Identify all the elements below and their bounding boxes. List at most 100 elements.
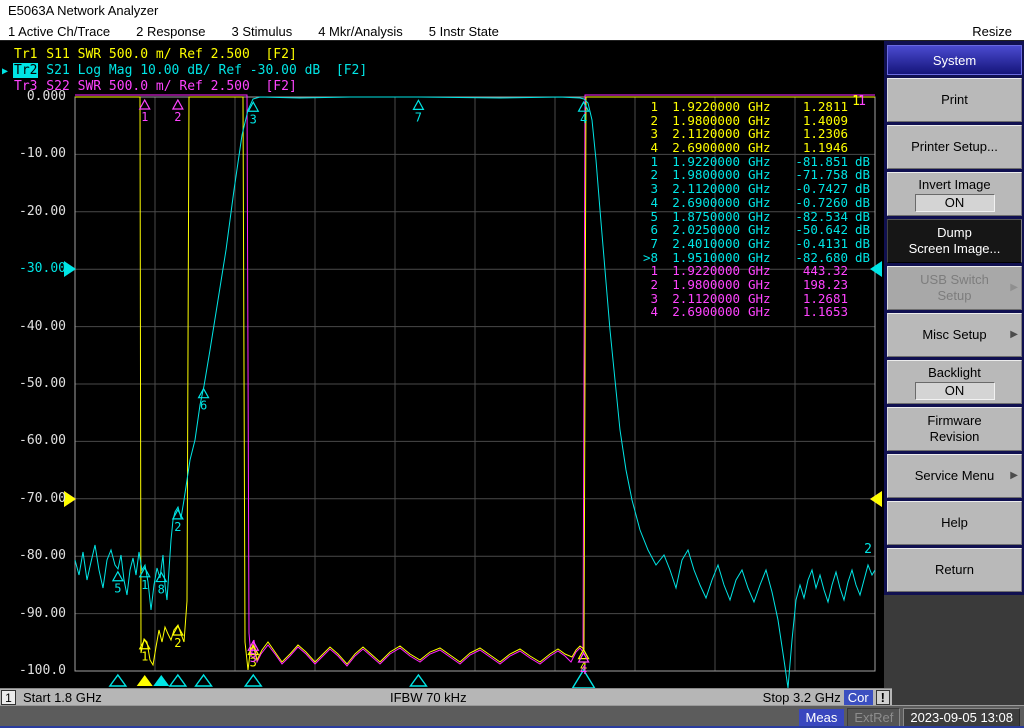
marker-table-row: 6 2.0250000 GHz -50.642 dB — [636, 223, 879, 237]
submenu-arrow-icon: ▶ — [1010, 470, 1018, 481]
softkey-label: Service Menu — [914, 468, 995, 483]
menu-bar: 1 Active Ch/Trace 2 Response 3 Stimulus 4 M… — [0, 22, 1024, 41]
marker-number-tr2: 2 — [174, 520, 181, 534]
marker-cell: GHz — [748, 235, 771, 251]
marker-cell — [848, 292, 879, 306]
marker-cell: 5 — [650, 208, 658, 224]
marker-cell: >8 — [642, 249, 658, 265]
menu-item[interactable]: 1 Active Ch/Trace — [8, 24, 110, 39]
submenu-arrow-icon: ▶ — [1010, 329, 1018, 340]
sidebar-filler — [884, 595, 1024, 705]
marker-number-tr3: 3 — [250, 651, 257, 665]
softkey-service-menu[interactable]: Service Menu ▶ — [887, 454, 1022, 498]
marker-cell: dB — [855, 181, 871, 197]
title-bar: E5063A Network Analyzer — [0, 0, 1024, 22]
resize-button[interactable]: Resize — [972, 24, 1012, 39]
menu-items: 1 Active Ch/Trace 2 Response 3 Stimulus 4 M… — [8, 24, 499, 39]
marker-cell: 3 — [650, 181, 658, 197]
axis-marker-outline — [194, 673, 213, 687]
trace-info-tr2[interactable]: ▶ Tr2 S21 Log Mag 10.00 dB/ Ref -30.00 dB… — [2, 63, 367, 79]
marker-cell — [848, 114, 879, 128]
softkey-return[interactable]: Return — [887, 548, 1022, 592]
softkey-usb-switch-setup: USB Switch Setup ▶ — [887, 266, 1022, 310]
marker-number-tr2: 1 — [141, 578, 148, 592]
y-axis-label: -50.00 — [19, 376, 66, 391]
marker-cell: 1.9510000 — [672, 249, 740, 265]
marker-cell — [848, 127, 879, 141]
trace-id: Tr1 — [14, 47, 38, 62]
marker-number-tr3: 1 — [141, 110, 148, 124]
menu-item[interactable]: 2 Response — [136, 24, 205, 39]
softkey-invert-image[interactable]: Invert Image ON — [887, 172, 1022, 216]
marker-cell: -0.4131 — [795, 235, 848, 251]
marker-cell: 1 — [650, 153, 658, 169]
extref-status-badge: ExtRef — [847, 707, 901, 726]
menu-item[interactable]: 4 Mkr/Analysis — [318, 24, 403, 39]
marker-table-row: 7 2.4010000 GHz -0.4131 dB — [636, 237, 879, 251]
trace-id: Tr2 — [13, 63, 39, 78]
marker-glyph-tr3 — [171, 98, 184, 110]
marker-cell: dB — [855, 208, 871, 224]
status-bar: Meas ExtRef 2023-09-05 13:08 — [0, 705, 1024, 726]
channel-indicator: 1 — [1, 689, 16, 705]
marker-cell: 1.2306 — [802, 126, 848, 142]
marker-cell: 2 — [650, 276, 658, 292]
stimulus-bar: 1 Start 1.8 GHz IFBW 70 kHz Stop 3.2 GHz… — [0, 688, 892, 705]
softkey-backlight[interactable]: Backlight ON — [887, 360, 1022, 404]
trace-format: S22 SWR 500.0 m/ Ref 2.500 [F2] — [38, 79, 297, 94]
y-axis-label: -70.00 — [19, 490, 66, 506]
marker-cell: GHz — [748, 112, 771, 128]
softkey-help[interactable]: Help — [887, 501, 1022, 545]
marker-cell: 1.9220000 — [672, 153, 740, 169]
marker-table-row: 2 1.9800000 GHz 198.23 — [636, 278, 879, 292]
marker-cell: GHz — [748, 290, 771, 306]
marker-cell: 2 — [650, 167, 658, 183]
marker-cell — [848, 305, 879, 319]
trace-arrow-slot — [2, 80, 13, 95]
marker-table-row: 4 2.6900000 GHz 1.1653 — [636, 305, 879, 319]
marker-glyph-tr2 — [111, 570, 124, 582]
marker-number-tr2: 3 — [250, 112, 257, 126]
marker-cell: 1.2681 — [802, 290, 848, 306]
marker-cell: GHz — [748, 126, 771, 142]
trace-info-tr3[interactable]: Tr3 S22 SWR 500.0 m/ Ref 2.500 [F2] — [2, 79, 367, 95]
marker-cell: GHz — [748, 140, 771, 156]
marker-number-tr3: 4 — [580, 663, 587, 677]
softkey-misc-setup[interactable]: Misc Setup ▶ — [887, 313, 1022, 357]
softkey-printer-setup[interactable]: Printer Setup... — [887, 125, 1022, 169]
marker-cell: 1.9800000 — [672, 276, 740, 292]
marker-table-row: 1 1.9220000 GHz -81.851 dB — [636, 155, 879, 169]
softkey-label: Invert Image — [918, 176, 991, 192]
marker-cell: 2.4010000 — [672, 235, 740, 251]
marker-cell: 1.9800000 — [672, 167, 740, 183]
marker-cell: 1.2811 — [802, 99, 848, 114]
softkey-dump-screen-image[interactable]: Dump Screen Image... — [887, 219, 1022, 263]
marker-table-row: 2 1.9800000 GHz -71.758 dB — [636, 168, 879, 182]
instrument-screen: 1234123451826374112 0.000 -10.00 -20.00 -30… — [0, 41, 884, 688]
marker-cell: 1.8750000 — [672, 208, 740, 224]
marker-glyph-tr3 — [138, 98, 151, 110]
menu-item[interactable]: 3 Stimulus — [232, 24, 293, 39]
marker-cell: GHz — [748, 249, 771, 265]
marker-glyph-tr2 — [577, 100, 590, 112]
marker-cell: 2.6900000 — [672, 140, 740, 156]
y-axis-label: -80.00 — [19, 548, 66, 564]
app-window: E5063A Network Analyzer 1 Active Ch/Trac… — [0, 0, 1024, 728]
marker-cell: 4 — [650, 304, 658, 320]
softkey-label: Print — [941, 92, 968, 107]
start-frequency-label: Start 1.8 GHz — [23, 689, 102, 705]
marker-cell: 1.9220000 — [672, 263, 740, 279]
marker-cell: -0.7260 — [795, 194, 848, 210]
marker-cell: 2.6900000 — [672, 194, 740, 210]
marker-number-tr2: 8 — [158, 583, 165, 597]
y-axis-label: -20.00 — [19, 203, 66, 219]
softkey-firmware-revision[interactable]: Firmware Revision — [887, 407, 1022, 451]
softkey-print[interactable]: Print — [887, 78, 1022, 122]
menu-item[interactable]: 5 Instr State — [429, 24, 499, 39]
trace-info-tr1[interactable]: Tr1 S11 SWR 500.0 m/ Ref 2.500 [F2] — [2, 47, 367, 63]
marker-cell: GHz — [748, 167, 771, 183]
marker-cell: GHz — [748, 99, 771, 114]
marker-cell: -82.680 — [795, 249, 848, 265]
marker-cell: 1.1653 — [802, 304, 848, 320]
marker-table-row: 1 1.9220000 GHz 1.2811 — [636, 100, 879, 114]
